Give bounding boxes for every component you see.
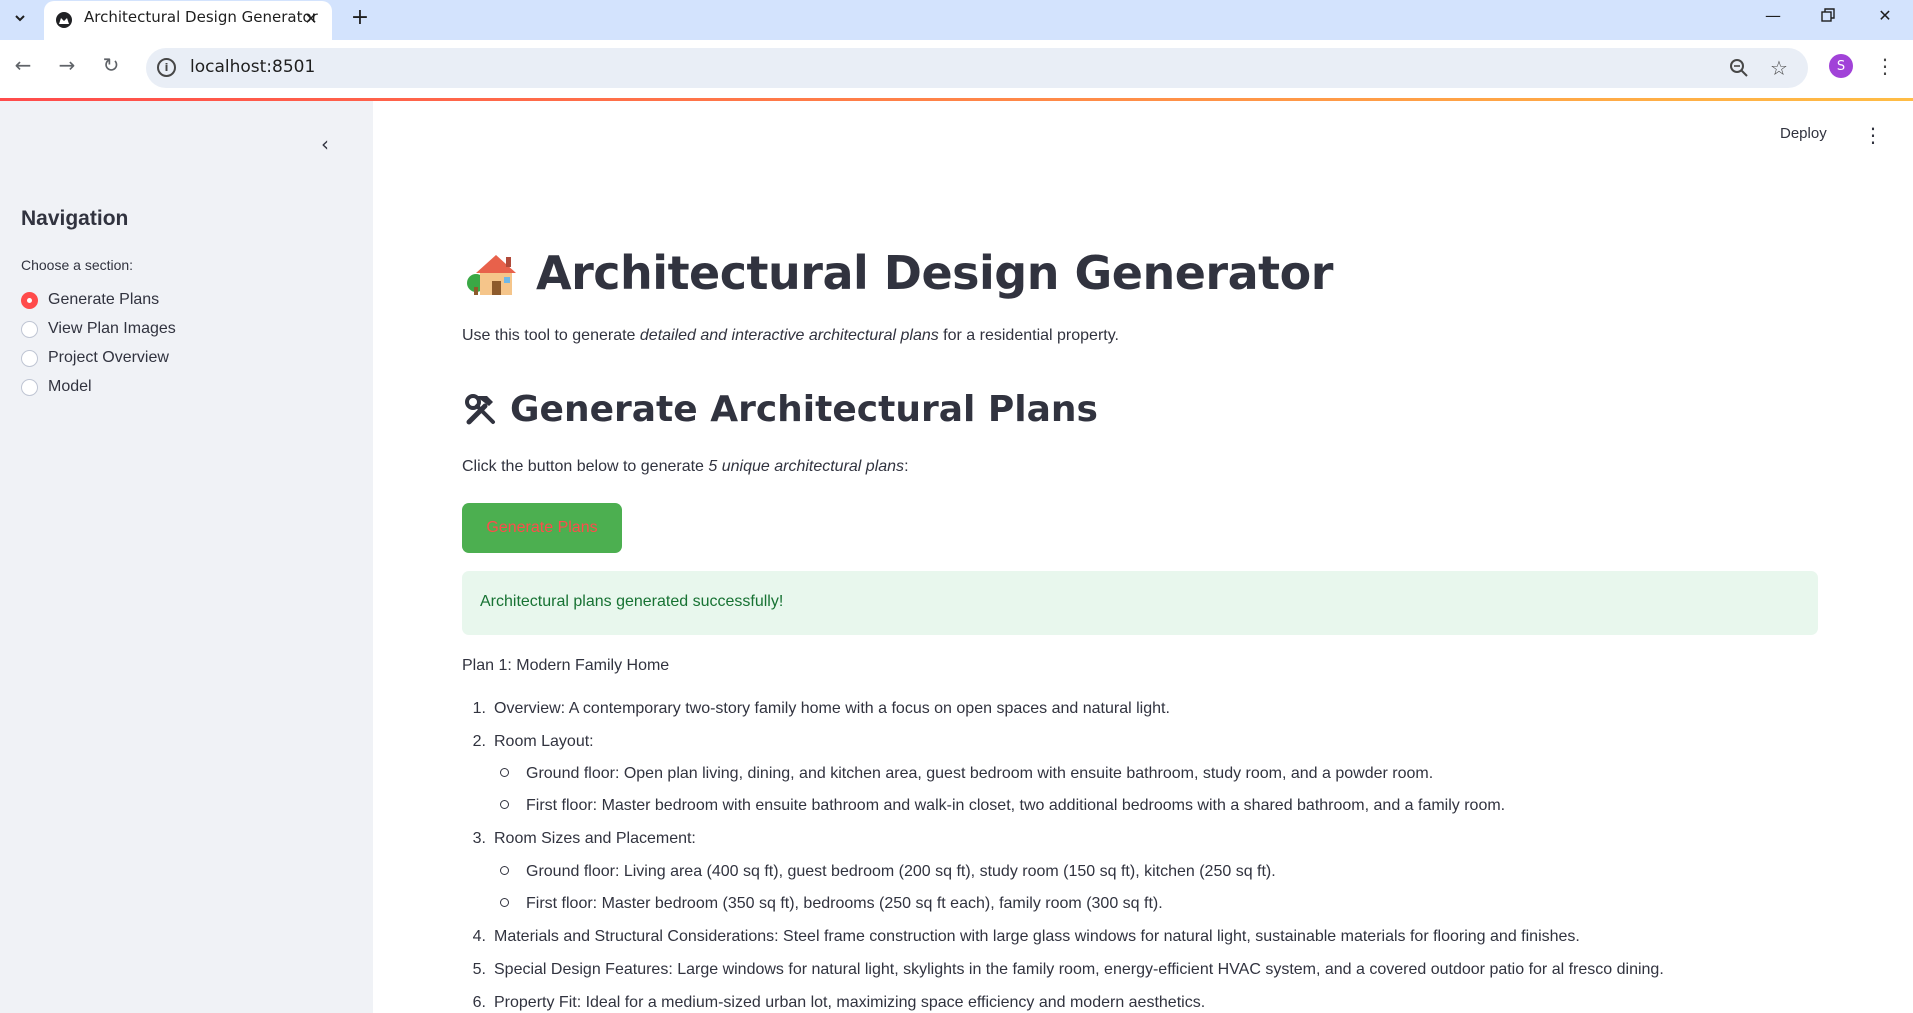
browser-menu-icon[interactable]: ⋮: [1874, 52, 1896, 80]
back-icon[interactable]: ←: [8, 50, 38, 80]
radio-selected-icon[interactable]: [21, 291, 38, 309]
list-item: 2. Room Layout:: [472, 733, 594, 750]
radio-unselected-icon[interactable]: [21, 378, 38, 396]
tab-search-icon[interactable]: [6, 4, 34, 32]
circle-bullet-icon: [500, 800, 509, 809]
circle-bullet-icon: [500, 866, 509, 875]
success-alert: Architectural plans generated successful…: [462, 571, 1818, 635]
sub-list-item: Ground floor: Living area (400 sq ft), g…: [494, 863, 1276, 881]
browser-toolbar: ← → ↻ i localhost:8501 ☆ S ⋮: [0, 40, 1913, 99]
radio-option-generate-plans[interactable]: Generate Plans: [21, 289, 159, 311]
profile-avatar[interactable]: S: [1829, 54, 1853, 78]
plan-title: Plan 1: Modern Family Home: [462, 657, 670, 674]
sidebar-title: Navigation: [21, 207, 129, 230]
intro-text: Use this tool to generate detailed and i…: [462, 327, 1119, 344]
forward-icon[interactable]: →: [52, 50, 82, 80]
page-title: Architectural Design Generator: [466, 246, 1333, 300]
list-item: 3. Room Sizes and Placement:: [472, 830, 696, 847]
new-tab-icon[interactable]: +: [346, 3, 374, 31]
radio-option-view-plan-images[interactable]: View Plan Images: [21, 318, 176, 340]
house-with-garden-icon: [466, 249, 518, 297]
list-item: 1. Overview: A contemporary two-story fam…: [472, 700, 1170, 717]
sub-list-item: First floor: Master bedroom with ensuite…: [494, 797, 1505, 815]
reload-icon[interactable]: ↻: [96, 50, 126, 80]
zoom-icon[interactable]: [1726, 55, 1752, 81]
browser-tab-bar: Architectural Design Generator ✕ + — ✕: [0, 0, 1913, 40]
tab-title: Architectural Design Generator: [84, 8, 318, 26]
radio-option-project-overview[interactable]: Project Overview: [21, 347, 169, 369]
radio-unselected-icon[interactable]: [21, 320, 38, 338]
list-item: 4. Materials and Structural Consideration…: [472, 928, 1580, 945]
instruction-text: Click the button below to generate 5 uni…: [462, 458, 909, 475]
section-title-text: Generate Architectural Plans: [510, 389, 1098, 430]
minimize-icon[interactable]: —: [1745, 0, 1801, 30]
bookmark-star-icon[interactable]: ☆: [1766, 55, 1792, 81]
list-item: 6. Property Fit: Ideal for a medium-sized…: [472, 994, 1206, 1011]
collapse-sidebar-icon[interactable]: ‹: [312, 131, 338, 157]
page-title-text: Architectural Design Generator: [536, 246, 1333, 300]
circle-bullet-icon: [500, 768, 509, 777]
site-info-icon[interactable]: i: [157, 58, 176, 77]
hammer-and-wrench-icon: [462, 391, 500, 429]
deploy-button[interactable]: Deploy: [1780, 125, 1827, 142]
app-menu-icon[interactable]: ⋮: [1862, 121, 1884, 149]
radio-group-label: Choose a section:: [21, 257, 134, 273]
sub-list-item: First floor: Master bedroom (350 sq ft),…: [494, 895, 1163, 913]
restore-icon[interactable]: [1800, 0, 1856, 30]
generate-plans-button[interactable]: Generate Plans: [462, 503, 622, 553]
url-text[interactable]: localhost:8501: [190, 57, 315, 77]
close-window-icon[interactable]: ✕: [1857, 0, 1913, 30]
circle-bullet-icon: [500, 898, 509, 907]
section-title: Generate Architectural Plans: [462, 389, 1098, 430]
radio-option-model[interactable]: Model: [21, 376, 92, 398]
radio-unselected-icon[interactable]: [21, 349, 38, 367]
sub-list-item: Ground floor: Open plan living, dining, …: [494, 765, 1433, 783]
address-bar[interactable]: i localhost:8501 ☆: [146, 48, 1808, 88]
tab-close-icon[interactable]: ✕: [300, 7, 322, 29]
streamlit-favicon-icon: [56, 12, 72, 28]
list-item: 5. Special Design Features: Large windows…: [472, 961, 1664, 978]
browser-tab[interactable]: Architectural Design Generator ✕: [44, 1, 332, 40]
sidebar: ‹ Navigation Choose a section: Generate …: [0, 101, 373, 1013]
